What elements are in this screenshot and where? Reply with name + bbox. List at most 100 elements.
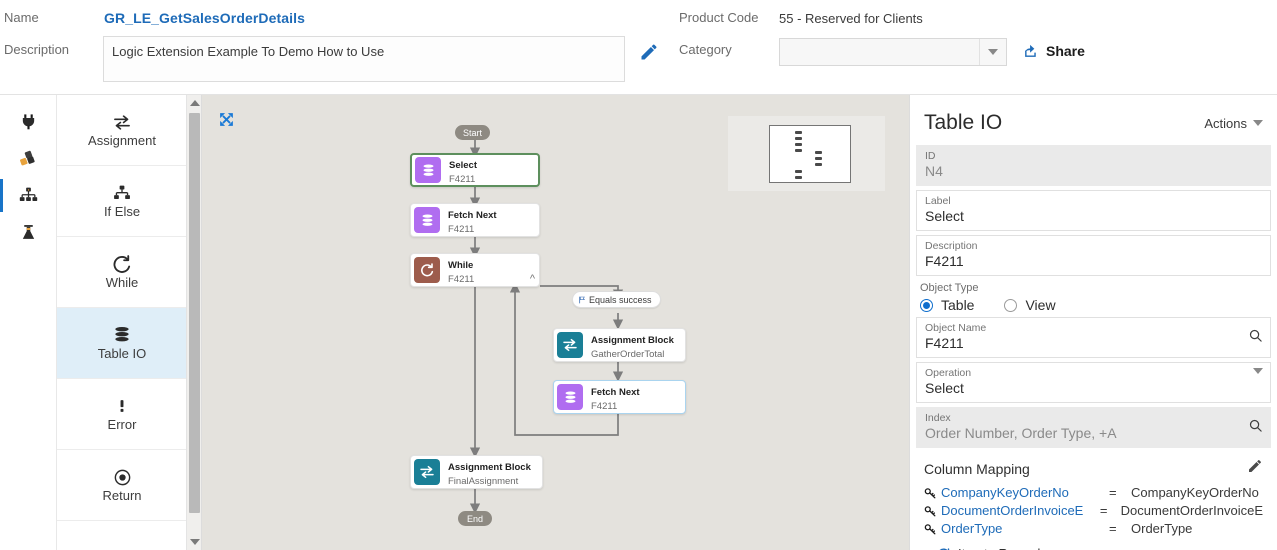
field-value: N4 (925, 163, 943, 179)
field-label: Object Name (925, 322, 987, 334)
field-index[interactable]: Index Order Number, Order Type, +A (916, 407, 1271, 448)
edge-label-text: Equals success (589, 294, 652, 305)
field-value: Select (925, 208, 964, 224)
node-assignment-final[interactable]: Assignment Block FinalAssignment (410, 455, 543, 489)
field-description-input[interactable]: Description F4211 (916, 235, 1271, 276)
mapping-row[interactable]: OrderType = OrderType (924, 520, 1263, 538)
mapping-source: CompanyKeyOrderNo (941, 485, 1069, 500)
mapping-equals: = (1109, 485, 1117, 500)
canvas-minimap[interactable] (728, 116, 885, 191)
start-terminal[interactable]: Start (455, 125, 491, 140)
field-object-name[interactable]: Object Name F4211 (916, 317, 1271, 358)
edit-description-pencil-icon[interactable] (639, 42, 659, 62)
key-icon (924, 505, 937, 518)
properties-panel: Table IO Actions ID N4 Label Select Desc… (909, 95, 1277, 550)
radio-view[interactable]: View (1004, 297, 1056, 313)
plug-icon (22, 114, 34, 130)
flask-icon (22, 225, 34, 239)
rail-item-blocks[interactable] (0, 140, 56, 177)
node-subtitle: GatherOrderTotal (591, 348, 665, 360)
column-mapping-title: Column Mapping (924, 460, 1030, 477)
node-assignment-gather[interactable]: Assignment Block GatherOrderTotal (553, 328, 686, 362)
loop-icon (414, 257, 440, 283)
scrollbar-thumb[interactable] (189, 113, 200, 513)
field-value: F4211 (925, 253, 964, 269)
rail-item-sitemap[interactable] (0, 177, 56, 214)
chevron-down-icon (1253, 120, 1263, 126)
collapse-chevron-icon[interactable]: ^ (530, 273, 535, 285)
palette-item-assignment[interactable]: Assignment (57, 95, 187, 166)
radio-indicator (1004, 298, 1018, 312)
category-select[interactable] (779, 38, 1007, 66)
palette-item-label: While (105, 275, 139, 290)
fit-to-screen-icon[interactable] (218, 111, 235, 133)
mapping-target: DocumentOrderInvoiceE (1120, 503, 1263, 518)
palette-item-if-else[interactable]: If Else (57, 166, 187, 237)
field-label: Index (925, 412, 951, 424)
mapping-equals: = (1099, 503, 1108, 518)
mapping-target: OrderType (1131, 521, 1193, 536)
chevron-down-icon[interactable] (1253, 367, 1263, 392)
search-icon[interactable] (1248, 328, 1263, 348)
field-id: ID N4 (916, 145, 1271, 186)
field-value: Select (925, 380, 964, 396)
share-button[interactable]: Share (1023, 42, 1085, 59)
node-fetch-next-2[interactable]: Fetch Next F4211 (553, 380, 686, 414)
node-subtitle: F4211 (448, 223, 475, 235)
key-icon (924, 487, 937, 500)
actions-dropdown[interactable]: Actions (1204, 116, 1263, 131)
properties-header: Table IO Actions (910, 95, 1277, 145)
radio-label: Table (941, 297, 975, 313)
field-operation[interactable]: Operation Select (916, 362, 1271, 403)
radio-table[interactable]: Table (920, 297, 974, 313)
node-while[interactable]: While F4211 ^ (410, 253, 540, 287)
object-type-group: Object Type Table View (920, 282, 1271, 313)
table-io-icon (115, 327, 129, 342)
name-label: Name (4, 10, 39, 25)
palette-item-table-io[interactable]: Table IO (57, 308, 187, 379)
scroll-down-icon[interactable] (187, 534, 201, 550)
palette-list: Assignment If Else While Table IO Error … (57, 95, 187, 521)
node-subtitle: FinalAssignment (448, 475, 519, 487)
mapping-row[interactable]: DocumentOrderInvoiceE = DocumentOrderInv… (924, 502, 1263, 520)
refresh-icon (939, 548, 950, 550)
share-label: Share (1046, 42, 1085, 59)
palette-item-label: Table IO (97, 346, 147, 361)
description-input[interactable] (103, 36, 625, 82)
database-icon (415, 157, 441, 183)
node-title: Assignment Block (448, 461, 531, 473)
field-label-input[interactable]: Label Select (916, 190, 1271, 231)
flow-canvas[interactable]: Start Select F4211 Fetch Next F4211 Whil… (202, 95, 909, 550)
node-title: Select (449, 159, 477, 171)
node-title: Assignment Block (591, 334, 674, 346)
database-icon (414, 207, 440, 233)
properties-title: Table IO (924, 111, 1003, 134)
if-else-icon (114, 185, 130, 199)
iterate-records-toggle[interactable]: Iterate Records (936, 546, 1277, 550)
edit-column-mapping-pencil-icon[interactable] (1247, 458, 1263, 479)
palette-item-return[interactable]: Return (57, 450, 187, 521)
node-fetch-next-1[interactable]: Fetch Next F4211 (410, 203, 540, 237)
palette-item-error[interactable]: Error (57, 379, 187, 450)
field-label: Operation (925, 367, 972, 379)
radio-indicator (920, 298, 933, 312)
node-select[interactable]: Select F4211 (410, 153, 540, 187)
end-terminal[interactable]: End (458, 511, 492, 526)
edge-label-equals-success[interactable]: Equals success (572, 291, 661, 308)
assignment-icon (557, 332, 583, 358)
chevron-down-icon[interactable] (979, 39, 1006, 65)
rail-item-plug[interactable] (0, 103, 56, 140)
palette-item-label: Error (107, 417, 137, 432)
node-title: While (448, 259, 474, 271)
rail-item-flask[interactable] (0, 214, 56, 251)
radio-label: View (1025, 297, 1056, 313)
palette-item-while[interactable]: While (57, 237, 187, 308)
node-subtitle: F4211 (449, 173, 476, 185)
search-icon[interactable] (1248, 418, 1263, 438)
process-name-link[interactable]: GR_LE_GetSalesOrderDetails (104, 10, 305, 26)
mapping-row[interactable]: CompanyKeyOrderNo = CompanyKeyOrderNo (924, 484, 1263, 502)
object-type-label: Object Type (920, 282, 979, 294)
assignment-icon (114, 114, 130, 130)
scroll-up-icon[interactable] (187, 95, 201, 111)
palette-scrollbar[interactable] (186, 95, 201, 550)
